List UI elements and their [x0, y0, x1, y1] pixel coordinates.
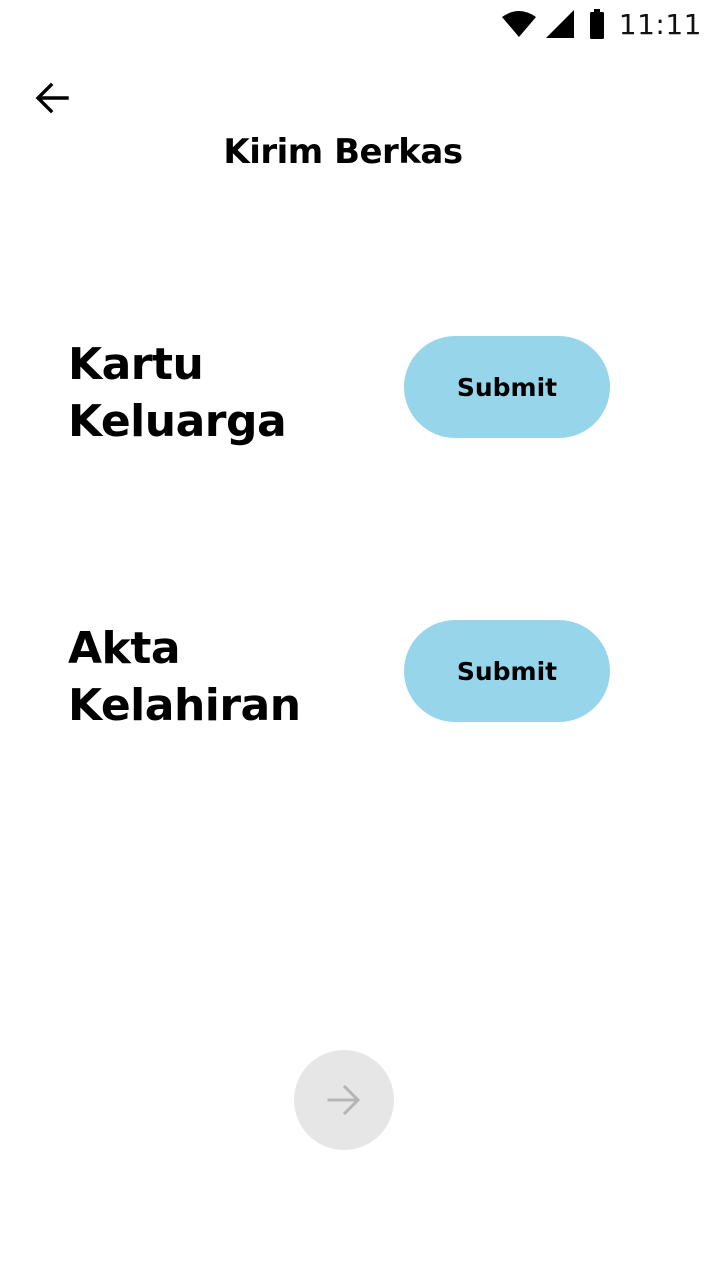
submit-kartu-keluarga-button[interactable]: Submit: [404, 336, 610, 438]
document-row-akta-kelahiran: Akta Kelahiran Submit: [68, 612, 628, 742]
arrow-left-icon: [35, 82, 69, 114]
battery-icon: [589, 9, 604, 39]
submit-akta-kelahiran-button[interactable]: Submit: [404, 620, 610, 722]
status-bar: 11:11: [0, 0, 720, 48]
next-button[interactable]: [294, 1050, 394, 1150]
page-title: Kirim Berkas: [223, 132, 463, 172]
document-row-kartu-keluarga: Kartu Keluarga Submit: [68, 328, 628, 458]
document-label-line1: Kartu: [68, 339, 204, 390]
status-time: 11:11: [618, 7, 702, 41]
wifi-icon: [501, 11, 536, 37]
document-label-line1: Akta: [68, 623, 181, 674]
back-button[interactable]: [22, 72, 82, 124]
document-label: Kartu Keluarga: [68, 336, 368, 450]
document-label: Akta Kelahiran: [68, 620, 368, 734]
status-icons: 11:11: [501, 6, 702, 42]
signal-icon: [545, 10, 574, 38]
document-label-line2: Kelahiran: [68, 680, 301, 731]
arrow-right-icon: [327, 1084, 361, 1116]
screen: 11:11 Kirim Berkas Kartu Keluarga Submit…: [0, 0, 720, 1280]
document-label-line2: Keluarga: [68, 396, 287, 447]
